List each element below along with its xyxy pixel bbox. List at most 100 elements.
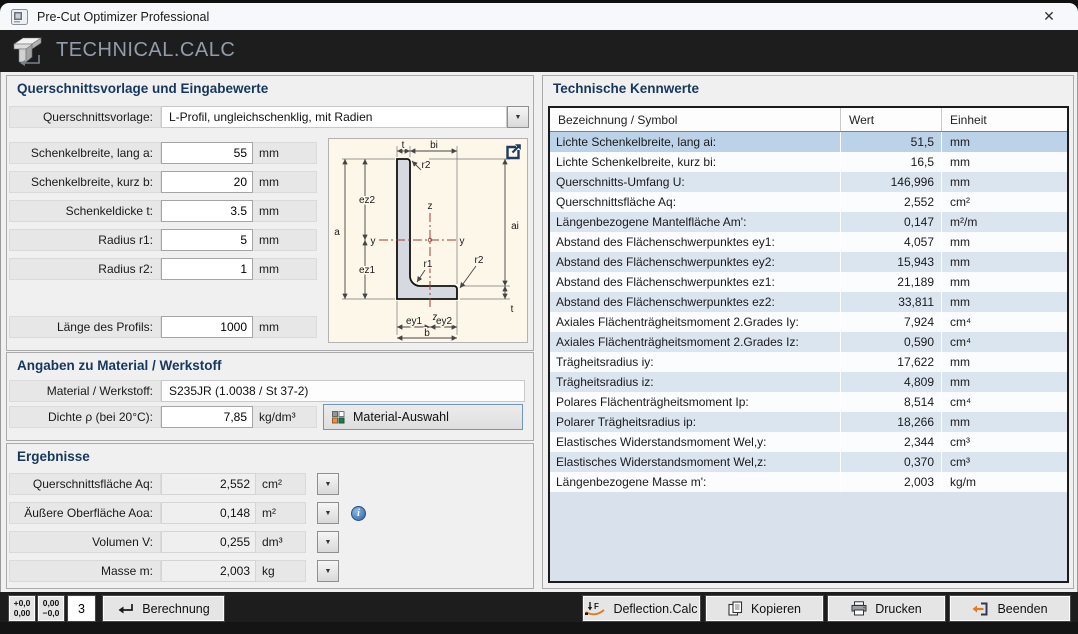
info-icon[interactable]: i bbox=[351, 506, 366, 521]
row-value: 4,809 bbox=[840, 372, 941, 392]
button-label: Kopieren bbox=[751, 602, 801, 616]
row-unit: mm bbox=[941, 372, 1067, 392]
template-label: Querschnittsvorlage: bbox=[9, 106, 161, 128]
deflection-calc-button[interactable]: F Deflection.Calc bbox=[583, 596, 700, 621]
result-label: Volumen V: bbox=[9, 531, 161, 553]
table-row[interactable]: Längenbezogene Mantelfläche Am': 0,147 m… bbox=[550, 212, 1067, 232]
row-name: Abstand des Flächenschwerpunktes ez2: bbox=[550, 292, 840, 312]
template-combobox: Querschnittsvorlage: L-Profil, ungleichs… bbox=[9, 106, 529, 128]
input-unit: mm bbox=[253, 229, 317, 251]
length-row: Länge des Profils: mm bbox=[9, 316, 317, 338]
row-value: 17,622 bbox=[840, 352, 941, 372]
table-row[interactable]: Abstand des Flächenschwerpunktes ez2: 33… bbox=[550, 292, 1067, 312]
table-row[interactable]: Axiales Flächenträgheitsmoment 2.Grades … bbox=[550, 332, 1067, 352]
app-name: TECHNICAL.CALC bbox=[56, 39, 235, 62]
table-row[interactable]: Trägheitsradius iy: 17,622 mm bbox=[550, 352, 1067, 372]
length-unit: mm bbox=[253, 316, 317, 338]
exit-button[interactable]: Beenden bbox=[950, 596, 1070, 621]
material-select-button[interactable]: Material-Auswahl bbox=[323, 404, 523, 430]
table-row[interactable]: Lichte Schenkelbreite, lang ai: 51,5 mm bbox=[550, 132, 1067, 152]
table-row[interactable]: Polarer Trägheitsradius ip: 18,266 mm bbox=[550, 412, 1067, 432]
table-row[interactable]: Abstand des Flächenschwerpunktes ey2: 15… bbox=[550, 252, 1067, 272]
row-unit: cm⁴ bbox=[941, 332, 1067, 352]
result-row: Äußere Oberfläche Aoa: 0,148 m² ▼ i bbox=[9, 502, 533, 524]
row-value: 146,996 bbox=[840, 172, 941, 192]
row-value: 7,924 bbox=[840, 312, 941, 332]
kennwerte-table-body: Lichte Schenkelbreite, lang ai: 51,5 mm … bbox=[550, 132, 1067, 492]
print-button[interactable]: Drucken bbox=[828, 596, 945, 621]
exit-door-icon bbox=[972, 601, 989, 617]
column-header: Einheit bbox=[941, 108, 1067, 131]
row-unit: mm bbox=[941, 292, 1067, 312]
input-label: Radius r1: bbox=[9, 229, 161, 251]
table-row[interactable]: Axiales Flächenträgheitsmoment 2.Grades … bbox=[550, 312, 1067, 332]
result-unit: cm² bbox=[256, 473, 306, 495]
row-value: 16,5 bbox=[840, 152, 941, 172]
chevron-down-icon[interactable]: ▼ bbox=[507, 106, 529, 128]
printer-icon bbox=[851, 601, 867, 616]
input-label: Schenkeldicke t: bbox=[9, 200, 161, 222]
table-row[interactable]: Elastisches Widerstandsmoment Wel,y: 2,3… bbox=[550, 432, 1067, 452]
calculate-button[interactable]: Berechnung bbox=[103, 596, 224, 621]
row-value: 8,514 bbox=[840, 392, 941, 412]
table-row[interactable]: Abstand des Flächenschwerpunktes ey1: 4,… bbox=[550, 232, 1067, 252]
dim-label: t bbox=[511, 304, 514, 315]
input-label: Radius r2: bbox=[9, 258, 161, 280]
chevron-down-icon[interactable]: ▼ bbox=[317, 531, 339, 553]
decimal-decrease-button[interactable]: 0,00 −0,0 bbox=[38, 596, 64, 621]
app-icon bbox=[11, 9, 28, 25]
table-row[interactable]: Lichte Schenkelbreite, kurz bi: 16,5 mm bbox=[550, 152, 1067, 172]
dim-label: bi bbox=[430, 140, 438, 151]
input-row: Schenkeldicke t: mm bbox=[9, 200, 317, 222]
chevron-down-icon[interactable]: ▼ bbox=[317, 502, 339, 524]
table-row[interactable]: Trägheitsradius iz: 4,809 mm bbox=[550, 372, 1067, 392]
chevron-down-icon[interactable]: ▼ bbox=[317, 560, 339, 582]
enter-arrow-icon bbox=[117, 603, 134, 615]
result-rows: Querschnittsfläche Aq: 2,552 cm² ▼ i Äuß… bbox=[9, 473, 533, 589]
copy-button[interactable]: Kopieren bbox=[706, 596, 823, 621]
footer-bar: +0,0 0,00 0,00 −0,0 3 Berechnung F Defle… bbox=[0, 592, 1078, 622]
length-input[interactable] bbox=[161, 316, 253, 338]
dim-label: r2 bbox=[475, 255, 484, 266]
close-button[interactable]: ✕ bbox=[1034, 5, 1064, 28]
decimal-increase-button[interactable]: +0,0 0,00 bbox=[9, 596, 35, 621]
kennwerte-table-header: Bezeichnung / Symbol Wert Einheit bbox=[550, 108, 1067, 132]
row-name: Abstand des Flächenschwerpunktes ey1: bbox=[550, 232, 840, 252]
row-unit: mm bbox=[941, 232, 1067, 252]
result-row: Masse m: 2,003 kg ▼ i bbox=[9, 560, 533, 582]
dim-label: r2 bbox=[422, 160, 431, 171]
result-value: 0,255 bbox=[161, 531, 256, 553]
dimension-input[interactable] bbox=[161, 171, 253, 193]
result-row: Volumen V: 0,255 dm³ ▼ i bbox=[9, 531, 533, 553]
density-input[interactable] bbox=[161, 406, 253, 428]
table-row[interactable]: Querschnitts-Umfang U: 146,996 mm bbox=[550, 172, 1067, 192]
input-row: Radius r1: mm bbox=[9, 229, 317, 251]
result-value: 2,003 bbox=[161, 560, 256, 582]
row-name: Elastisches Widerstandsmoment Wel,z: bbox=[550, 452, 840, 472]
table-row[interactable]: Querschnittsfläche Aq: 2,552 cm² bbox=[550, 192, 1067, 212]
row-name: Polarer Trägheitsradius ip: bbox=[550, 412, 840, 432]
material-row: Material / Werkstoff: S235JR (1.0038 / S… bbox=[9, 380, 525, 402]
open-external-icon[interactable] bbox=[504, 143, 522, 161]
dimension-input[interactable] bbox=[161, 200, 253, 222]
row-name: Lichte Schenkelbreite, lang ai: bbox=[550, 132, 840, 152]
result-label: Querschnittsfläche Aq: bbox=[9, 473, 161, 495]
taskbar-sliver bbox=[0, 622, 1078, 634]
result-unit: kg bbox=[256, 560, 306, 582]
template-value[interactable]: L-Profil, ungleichschenklig, mit Radien bbox=[161, 106, 507, 128]
dimension-input[interactable] bbox=[161, 258, 253, 280]
row-name: Elastisches Widerstandsmoment Wel,y: bbox=[550, 432, 840, 452]
table-row[interactable]: Längenbezogene Masse m': 2,003 kg/m bbox=[550, 472, 1067, 492]
table-row[interactable]: Elastisches Widerstandsmoment Wel,z: 0,3… bbox=[550, 452, 1067, 472]
chevron-down-icon[interactable]: ▼ bbox=[317, 473, 339, 495]
density-label: Dichte ρ (bei 20°C): bbox=[9, 406, 161, 428]
button-label: Berechnung bbox=[142, 602, 209, 616]
dimension-input[interactable] bbox=[161, 142, 253, 164]
row-name: Längenbezogene Mantelfläche Am': bbox=[550, 212, 840, 232]
material-palette-icon bbox=[332, 411, 345, 424]
decimals-field[interactable]: 3 bbox=[68, 596, 95, 621]
result-row: Querschnittsfläche Aq: 2,552 cm² ▼ i bbox=[9, 473, 533, 495]
table-row[interactable]: Polares Flächenträgheitsmoment Ip: 8,514… bbox=[550, 392, 1067, 412]
table-row[interactable]: Abstand des Flächenschwerpunktes ez1: 21… bbox=[550, 272, 1067, 292]
dimension-input[interactable] bbox=[161, 229, 253, 251]
